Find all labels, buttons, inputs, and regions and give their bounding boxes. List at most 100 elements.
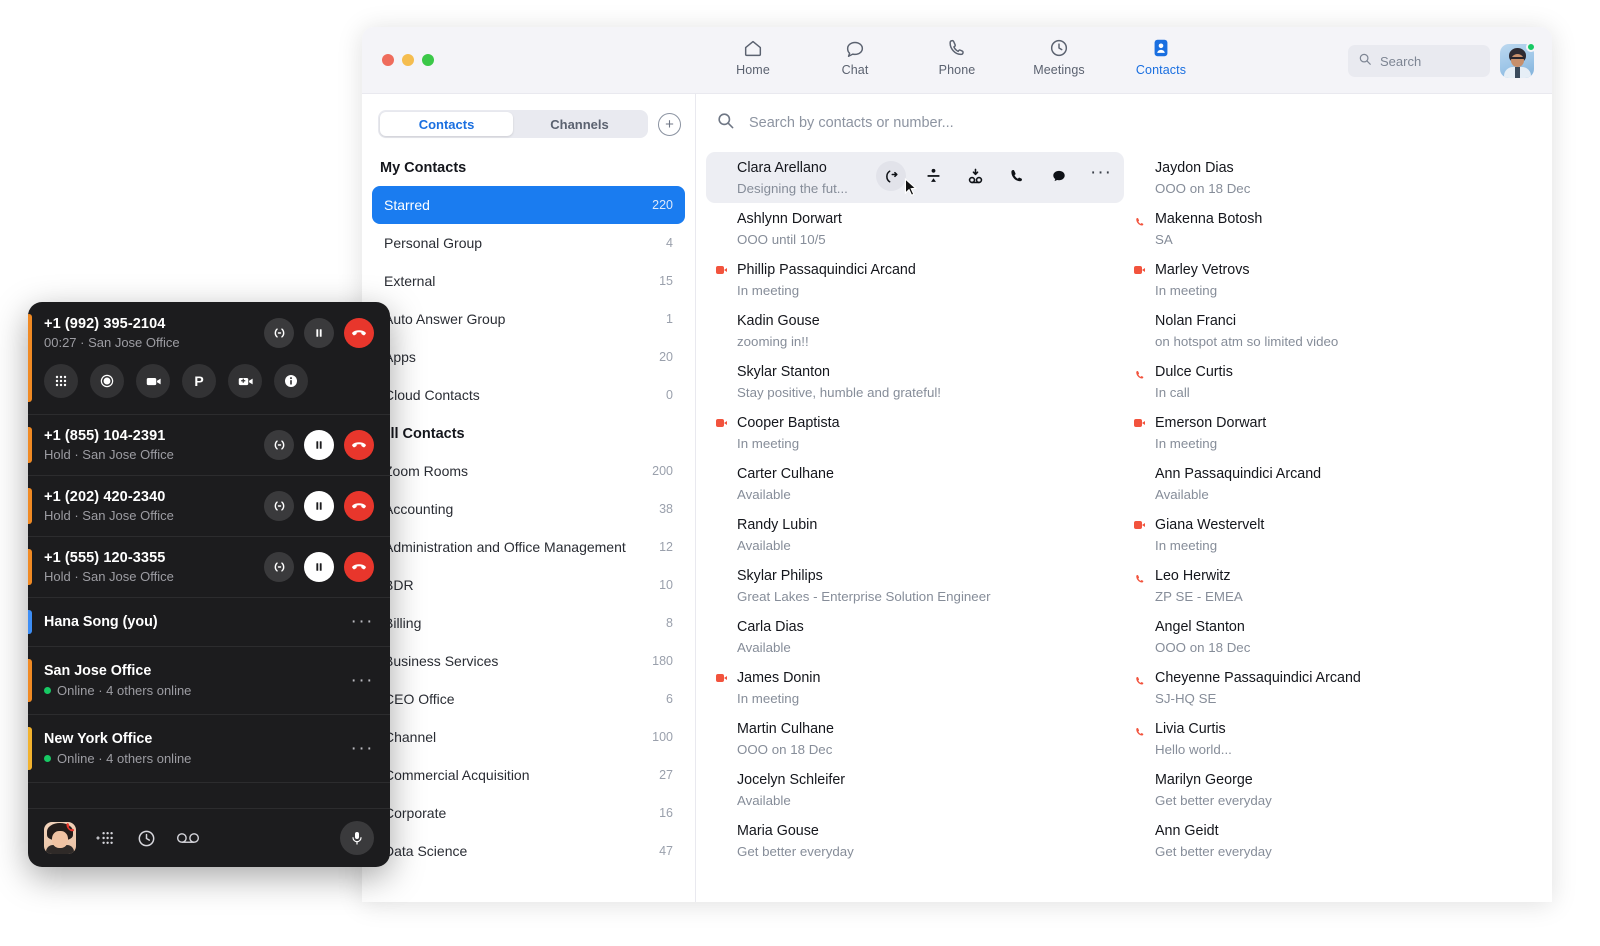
move-to-meeting-icon[interactable] — [918, 161, 948, 191]
resume-hold-icon[interactable] — [304, 491, 334, 521]
sidebar-item-corporate[interactable]: Corporate16 — [372, 794, 685, 832]
transfer-icon[interactable] — [264, 491, 294, 521]
sidebar-item-data-science[interactable]: Data Science47 — [372, 832, 685, 870]
sidebar-item-cloud-contacts[interactable]: Cloud Contacts0 — [372, 376, 685, 414]
history-clock-icon[interactable] — [136, 828, 157, 849]
held-call-item[interactable]: +1 (855) 104-2391Hold · San Jose Office — [28, 415, 390, 476]
shared-line-item[interactable]: New York OfficeOnline · 4 others online·… — [28, 715, 390, 783]
window-traffic-lights[interactable] — [382, 54, 434, 66]
transfer-icon[interactable] — [264, 430, 294, 460]
contact-row[interactable]: Phillip Passaquindici ArcandIn meeting — [706, 254, 1124, 305]
contact-row[interactable]: Carter CulhaneAvailable — [706, 458, 1124, 509]
contact-row[interactable]: Martin CulhaneOOO on 18 Dec — [706, 713, 1124, 764]
voicemail-icon[interactable] — [175, 829, 201, 847]
add-dialpad-icon[interactable] — [94, 829, 118, 847]
mute-mic-icon[interactable] — [340, 821, 374, 855]
add-contact-button[interactable]: + — [658, 113, 681, 136]
contacts-search-input[interactable]: Search by contacts or number... — [696, 94, 1552, 152]
held-call-item[interactable]: +1 (555) 120-3355Hold · San Jose Office — [28, 537, 390, 598]
contact-row[interactable]: Giana WesterveltIn meeting — [1124, 509, 1542, 560]
nav-tab-chat[interactable]: Chat — [818, 37, 892, 77]
contact-row[interactable]: Emerson DorwartIn meeting — [1124, 407, 1542, 458]
end-call-icon[interactable] — [344, 491, 374, 521]
contact-row[interactable]: Marilyn GeorgeGet better everyday — [1124, 764, 1542, 815]
call-park-icon[interactable] — [960, 161, 990, 191]
contact-row[interactable]: Marley VetrovsIn meeting — [1124, 254, 1542, 305]
user-avatar-icon[interactable] — [44, 822, 76, 854]
contact-row[interactable]: Carla DiasAvailable — [706, 611, 1124, 662]
sidebar-item-bdr[interactable]: BDR10 — [372, 566, 685, 604]
nav-tab-phone[interactable]: Phone — [920, 37, 994, 77]
transfer-icon[interactable] — [264, 318, 294, 348]
sidebar-item-administration-and-office-management[interactable]: Administration and Office Management12 — [372, 528, 685, 566]
tab-contacts[interactable]: Contacts — [380, 112, 513, 136]
more-options-icon[interactable]: ··· — [1086, 161, 1116, 191]
transfer-icon[interactable] — [264, 552, 294, 582]
contact-row[interactable]: Ann GeidtGet better everyday — [1124, 815, 1542, 866]
minimize-window-button[interactable] — [402, 54, 414, 66]
sidebar-item-external[interactable]: External15 — [372, 262, 685, 300]
contact-row[interactable]: Livia CurtisHello world... — [1124, 713, 1542, 764]
sidebar-item-apps[interactable]: Apps20 — [372, 338, 685, 376]
resume-hold-icon[interactable] — [304, 430, 334, 460]
contact-row[interactable]: Angel StantonOOO on 18 Dec — [1124, 611, 1542, 662]
call-transfer-icon[interactable] — [876, 161, 906, 191]
sidebar-item-commercial-acquisition[interactable]: Commercial Acquisition27 — [372, 756, 685, 794]
sidebar-item-business-services[interactable]: Business Services180 — [372, 642, 685, 680]
nav-tab-home[interactable]: Home — [716, 37, 790, 77]
more-options-icon[interactable]: ··· — [351, 677, 374, 685]
contact-row[interactable]: Jaydon DiasOOO on 18 Dec — [1124, 152, 1542, 203]
sidebar-item-auto-answer-group[interactable]: Auto Answer Group1 — [372, 300, 685, 338]
contact-row[interactable]: Ashlynn DorwartOOO until 10/5 — [706, 203, 1124, 254]
contact-row[interactable]: Skylar StantonStay positive, humble and … — [706, 356, 1124, 407]
phone-call-icon[interactable] — [1002, 161, 1032, 191]
contact-row[interactable]: Jocelyn SchleiferAvailable — [706, 764, 1124, 815]
hold-icon[interactable] — [304, 318, 334, 348]
contact-row[interactable]: Dulce CurtisIn call — [1124, 356, 1542, 407]
video-icon[interactable] — [136, 364, 170, 398]
contact-row[interactable]: Maria GouseGet better everyday — [706, 815, 1124, 866]
sidebar-item-zoom-rooms[interactable]: Zoom Rooms200 — [372, 452, 685, 490]
shared-line-item[interactable]: Hana Song (you)··· — [28, 598, 390, 647]
nav-tab-meetings[interactable]: Meetings — [1022, 37, 1096, 77]
sidebar-item-billing[interactable]: Billing8 — [372, 604, 685, 642]
dialpad-icon[interactable] — [44, 364, 78, 398]
park-icon[interactable]: P — [182, 364, 216, 398]
close-window-button[interactable] — [382, 54, 394, 66]
more-options-icon[interactable]: ··· — [351, 745, 374, 753]
contact-row[interactable]: Ann Passaquindici ArcandAvailable — [1124, 458, 1542, 509]
maximize-window-button[interactable] — [422, 54, 434, 66]
chat-bubble-icon[interactable] — [1044, 161, 1074, 191]
nav-tab-contacts[interactable]: Contacts — [1124, 37, 1198, 77]
sidebar-item-channel[interactable]: Channel100 — [372, 718, 685, 756]
sidebar-item-personal-group[interactable]: Personal Group4 — [372, 224, 685, 262]
tab-channels[interactable]: Channels — [513, 112, 646, 136]
contact-row[interactable]: Randy LubinAvailable — [706, 509, 1124, 560]
end-call-icon[interactable] — [344, 430, 374, 460]
contact-name: Phillip Passaquindici Arcand — [737, 261, 1114, 280]
contact-row[interactable]: Nolan Francion hotspot atm so limited vi… — [1124, 305, 1542, 356]
end-call-icon[interactable] — [344, 318, 374, 348]
held-call-item[interactable]: +1 (202) 420-2340Hold · San Jose Office — [28, 476, 390, 537]
contact-row[interactable]: James DoninIn meeting — [706, 662, 1124, 713]
sidebar-item-accounting[interactable]: Accounting38 — [372, 490, 685, 528]
sidebar-item-starred[interactable]: Starred220 — [372, 186, 685, 224]
contact-row[interactable]: Kadin Gousezooming in!! — [706, 305, 1124, 356]
sidebar-item-ceo-office[interactable]: CEO Office6 — [372, 680, 685, 718]
end-call-icon[interactable] — [344, 552, 374, 582]
contact-row[interactable]: Cheyenne Passaquindici ArcandSJ-HQ SE — [1124, 662, 1542, 713]
contact-row[interactable]: Cooper BaptistaIn meeting — [706, 407, 1124, 458]
shared-line-item[interactable]: San Jose OfficeOnline · 4 others online·… — [28, 647, 390, 715]
resume-hold-icon[interactable] — [304, 552, 334, 582]
info-icon[interactable] — [274, 364, 308, 398]
contact-row[interactable]: Clara ArellanoDesigning the fut...··· — [706, 152, 1124, 203]
global-search-input[interactable]: Search — [1348, 45, 1490, 77]
contact-row[interactable]: Makenna BotoshSA — [1124, 203, 1542, 254]
contact-row[interactable]: Leo HerwitzZP SE - EMEA — [1124, 560, 1542, 611]
contact-row[interactable]: Skylar PhilipsGreat Lakes - Enterprise S… — [706, 560, 1124, 611]
record-icon[interactable] — [90, 364, 124, 398]
more-options-icon[interactable]: ··· — [351, 618, 374, 626]
user-profile-button[interactable] — [1500, 44, 1534, 78]
invite-video-icon[interactable] — [228, 364, 262, 398]
active-call-item[interactable]: +1 (992) 395-2104 00:27 · San Jose Offic… — [28, 302, 390, 415]
